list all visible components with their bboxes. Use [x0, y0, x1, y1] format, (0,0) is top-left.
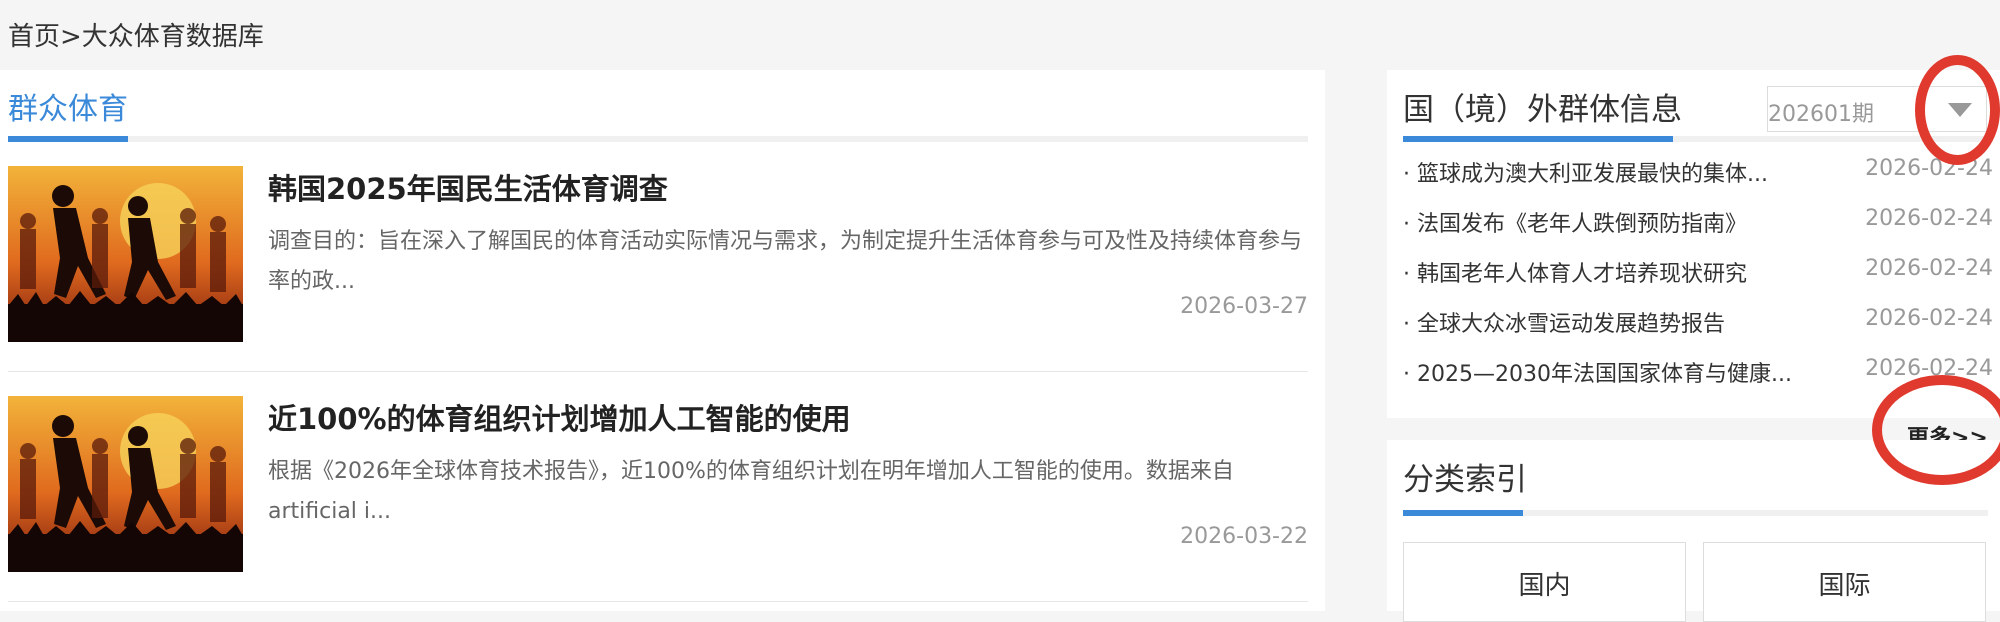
news-item-date: 2026-02-24 — [1865, 206, 1993, 231]
article-summary: 调查目的：旨在深入了解国民的体育活动实际情况与需求，为制定提升生活体育参与可及性… — [268, 229, 1303, 294]
annotation-circle-dropdown — [1915, 55, 2000, 165]
section-title-underline — [8, 136, 128, 142]
article-summary: 根据《2026年全球体育技术报告》，近100%的体育组织计划在明年增加人工智能的… — [268, 459, 1234, 524]
news-list: · 篮球成为澳大利亚发展最快的集体... 2026-02-24 · 法国发布《老… — [1403, 148, 1993, 398]
news-item-title[interactable]: · 法国发布《老年人跌倒预防指南》 — [1403, 206, 1747, 238]
article-title[interactable]: 韩国2025年国民生活体育调查 — [268, 166, 668, 208]
list-item[interactable]: · 全球大众冰雪运动发展趋势报告 2026-02-24 — [1403, 298, 1993, 348]
list-item[interactable]: · 法国发布《老年人跌倒预防指南》 2026-02-24 — [1403, 198, 1993, 248]
category-button-label: 国际 — [1818, 571, 1871, 601]
category-button-label: 国内 — [1518, 571, 1571, 601]
annotation-circle-more — [1872, 375, 2000, 485]
article-date: 2026-03-22 — [1180, 524, 1308, 549]
news-item-title[interactable]: · 全球大众冰雪运动发展趋势报告 — [1403, 306, 1725, 338]
list-item[interactable]: · 韩国老年人体育人才培养现状研究 2026-02-24 — [1403, 248, 1993, 298]
news-item-date: 2026-02-24 — [1865, 256, 1993, 281]
list-item[interactable]: · 篮球成为澳大利亚发展最快的集体... 2026-02-24 — [1403, 148, 1993, 198]
breadcrumb[interactable]: 首页>大众体育数据库 — [8, 16, 264, 53]
news-item-title[interactable]: · 2025—2030年法国国家体育与健康... — [1403, 356, 1792, 388]
issue-select-value: 202601期 — [1768, 102, 1874, 127]
category-index-title: 分类索引 — [1403, 462, 1527, 498]
news-item-title[interactable]: · 篮球成为澳大利亚发展最快的集体... — [1403, 156, 1768, 188]
category-index-title-underline — [1403, 510, 1523, 516]
category-domestic-button[interactable]: 国内 — [1403, 542, 1686, 622]
foreign-info-title: 国（境）外群体信息 — [1403, 92, 1682, 128]
foreign-info-title-underline — [1403, 136, 1673, 142]
article-divider — [8, 371, 1308, 372]
foreign-info-panel: 国（境）外群体信息 202601期 · 篮球成为澳大利亚发展最快的集体... 2… — [1387, 70, 2000, 451]
section-title: 群众体育 — [8, 92, 128, 127]
section-divider — [8, 136, 1308, 142]
breadcrumb-bar: 首页>大众体育数据库 — [0, 0, 2000, 70]
main-panel: 群众体育 韩国2025年国民生活体育调查 调查目的：旨在深入了解国民的体育活动实… — [0, 70, 1325, 611]
article-thumbnail[interactable] — [8, 396, 243, 572]
article-divider — [8, 601, 1308, 602]
article-title[interactable]: 近100%的体育组织计划增加人工智能的使用 — [268, 396, 851, 438]
news-item-title[interactable]: · 韩国老年人体育人才培养现状研究 — [1403, 256, 1747, 288]
category-international-button[interactable]: 国际 — [1703, 542, 1986, 622]
article-thumbnail[interactable] — [8, 166, 243, 342]
news-item-date: 2026-02-24 — [1865, 306, 1993, 331]
article-date: 2026-03-27 — [1180, 294, 1308, 319]
